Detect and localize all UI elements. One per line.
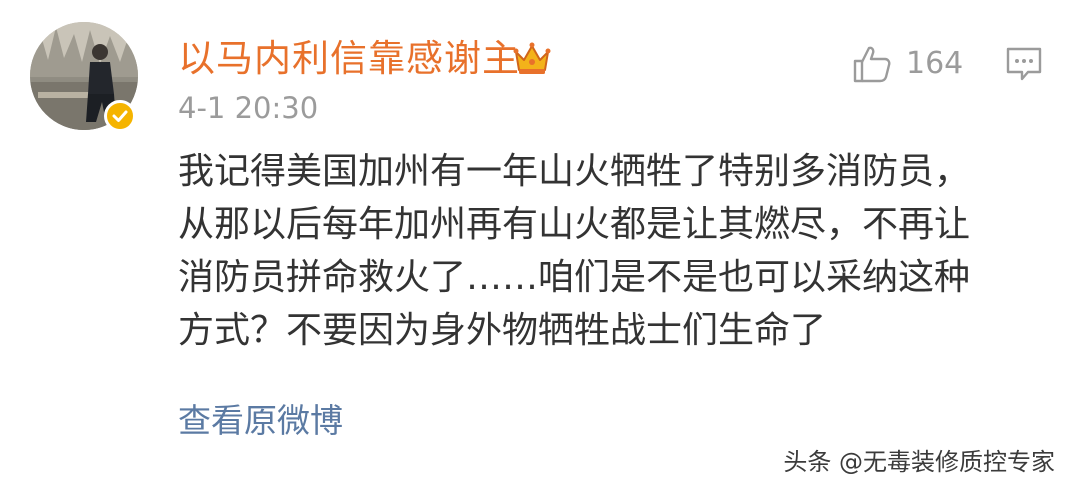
comment-text: 我记得美国加州有一年山火牺牲了特别多消防员， 从那以后每年加州再有山火都是让其燃… [178, 145, 1048, 357]
comment-text-line: 方式？不要因为身外物牺牲战士们生命了 [178, 310, 827, 351]
like-button[interactable]: 164 [852, 42, 963, 86]
comment-bubble-icon [1006, 47, 1042, 81]
username[interactable]: 以马内利信靠感谢主 [178, 34, 520, 84]
comment-card: 以马内利信靠感谢主 4-1 20:30 164 我记得美国加州有一年山火牺牲了特… [0, 0, 1071, 491]
comment-text-line: 从那以后每年加州再有山火都是让其燃尽，不再让 [178, 204, 971, 245]
comment-timestamp: 4-1 20:30 [178, 91, 319, 125]
comment-text-line: 消防员拼命救火了……咱们是不是也可以采纳这种 [178, 257, 971, 298]
watermark: 头条 @无毒装修质控专家 [783, 448, 1055, 476]
comment-text-line: 我记得美国加州有一年山火牺牲了特别多消防员， [178, 151, 971, 192]
like-count: 164 [906, 46, 964, 81]
verified-badge-icon [104, 100, 136, 132]
reply-button[interactable] [1004, 44, 1044, 84]
crown-badge-icon [512, 38, 552, 78]
view-original-link[interactable]: 查看原微博 [178, 397, 343, 445]
thumbs-up-icon [853, 46, 891, 83]
